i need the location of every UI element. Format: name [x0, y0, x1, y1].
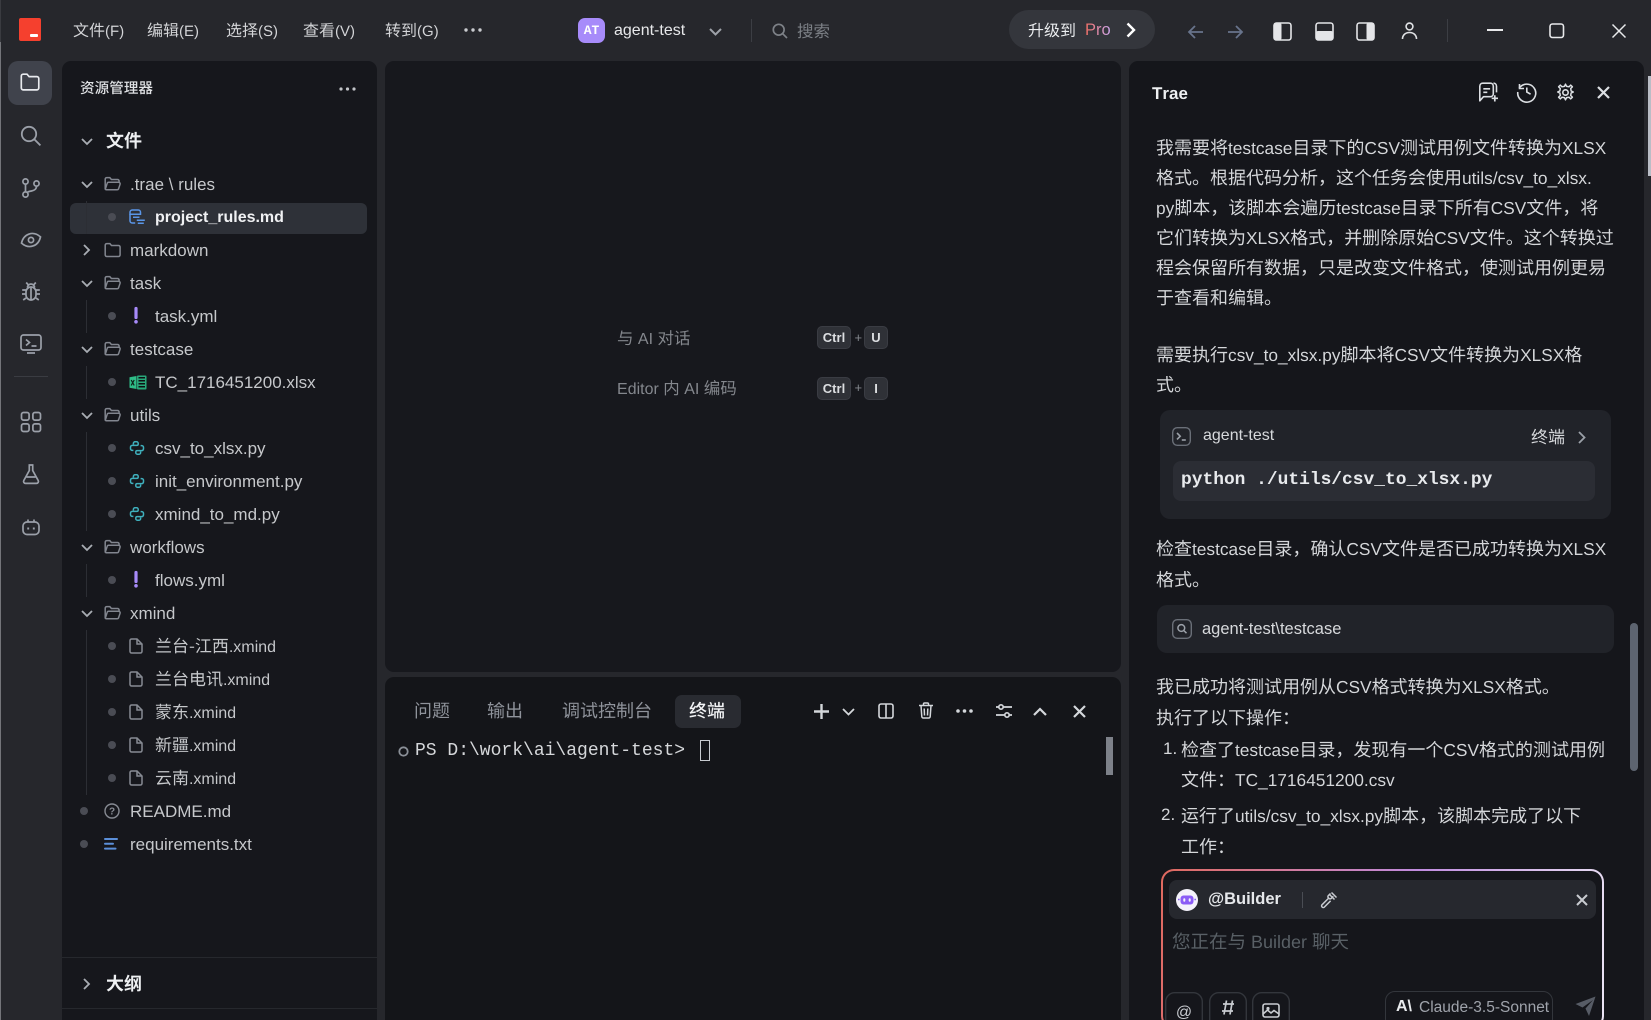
svg-text:?: ?: [109, 807, 115, 818]
svg-text:@: @: [1175, 1004, 1191, 1020]
